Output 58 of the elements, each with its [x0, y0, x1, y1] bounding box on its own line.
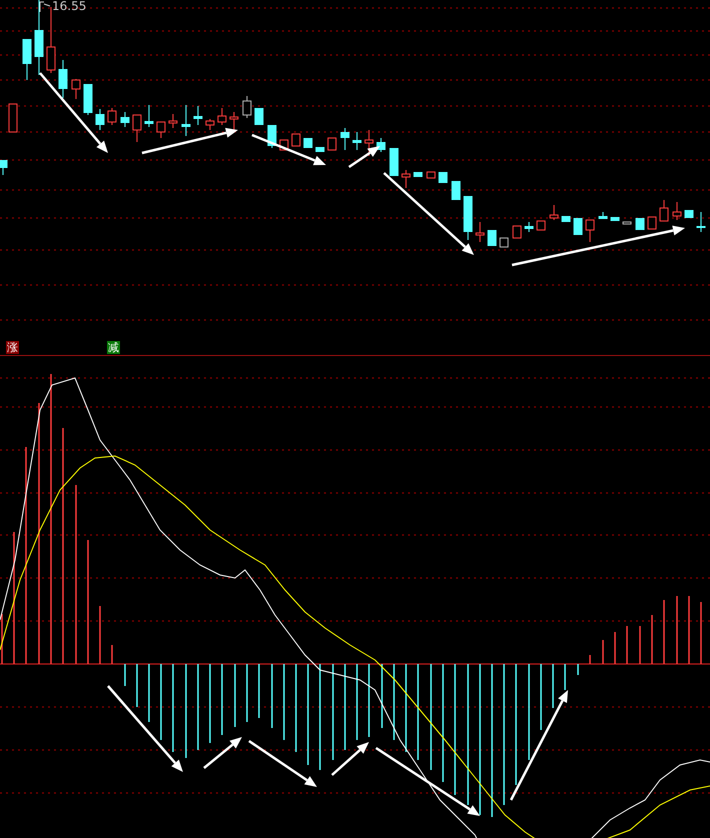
candlestick [364, 130, 374, 156]
candlestick [684, 210, 694, 218]
candlestick [488, 230, 496, 246]
flag-icon [40, 2, 50, 12]
candlestick [182, 104, 190, 136]
arrow [331, 742, 369, 776]
candlestick [0, 160, 8, 176]
candlestick [390, 148, 398, 176]
candlestick [438, 172, 448, 184]
arrow [348, 146, 380, 168]
candlestick [340, 128, 350, 150]
candlestick [206, 118, 214, 130]
candlestick [304, 138, 312, 148]
candlestick [84, 84, 92, 116]
candlestick [452, 180, 460, 200]
candlestick [476, 222, 484, 242]
candlestick [194, 106, 202, 126]
candlestick [254, 108, 264, 126]
candlestick [512, 226, 522, 238]
candlestick [108, 108, 116, 126]
arrow [248, 740, 317, 787]
candlestick [58, 60, 68, 98]
candlestick [464, 196, 472, 240]
candlestick [292, 134, 300, 146]
candlestick [376, 138, 386, 152]
high-price-label: 16.55 [52, 0, 86, 13]
candlestick [218, 108, 226, 126]
candlestick [696, 212, 706, 232]
candlestick [316, 146, 324, 152]
candlestick [524, 222, 534, 232]
candlestick [328, 138, 336, 150]
candlestick [672, 202, 682, 220]
candlestick [156, 122, 166, 138]
candlestick [500, 238, 508, 248]
arrow [203, 737, 242, 769]
candlestick [22, 38, 32, 80]
candlestick [132, 114, 142, 142]
candlestick [536, 220, 546, 230]
candlestick [636, 218, 644, 230]
candlestick [402, 170, 410, 188]
candlestick [562, 216, 570, 222]
indicator-tag: 涨 [6, 341, 19, 354]
candlestick [72, 78, 80, 100]
candlestick [120, 112, 130, 128]
candlestick [574, 218, 582, 236]
candlestick [352, 132, 362, 150]
candlestick [598, 212, 608, 220]
candlestick [96, 108, 104, 130]
candlestick [648, 216, 656, 230]
candlestick [660, 200, 668, 222]
candlestick [168, 114, 178, 128]
candlestick [230, 112, 238, 130]
candlestick [586, 220, 594, 242]
candlestick [8, 104, 18, 132]
indicator-tag: 减 [107, 341, 120, 354]
candlestick [144, 104, 154, 128]
candlestick [242, 96, 252, 118]
candlestick [550, 204, 558, 220]
